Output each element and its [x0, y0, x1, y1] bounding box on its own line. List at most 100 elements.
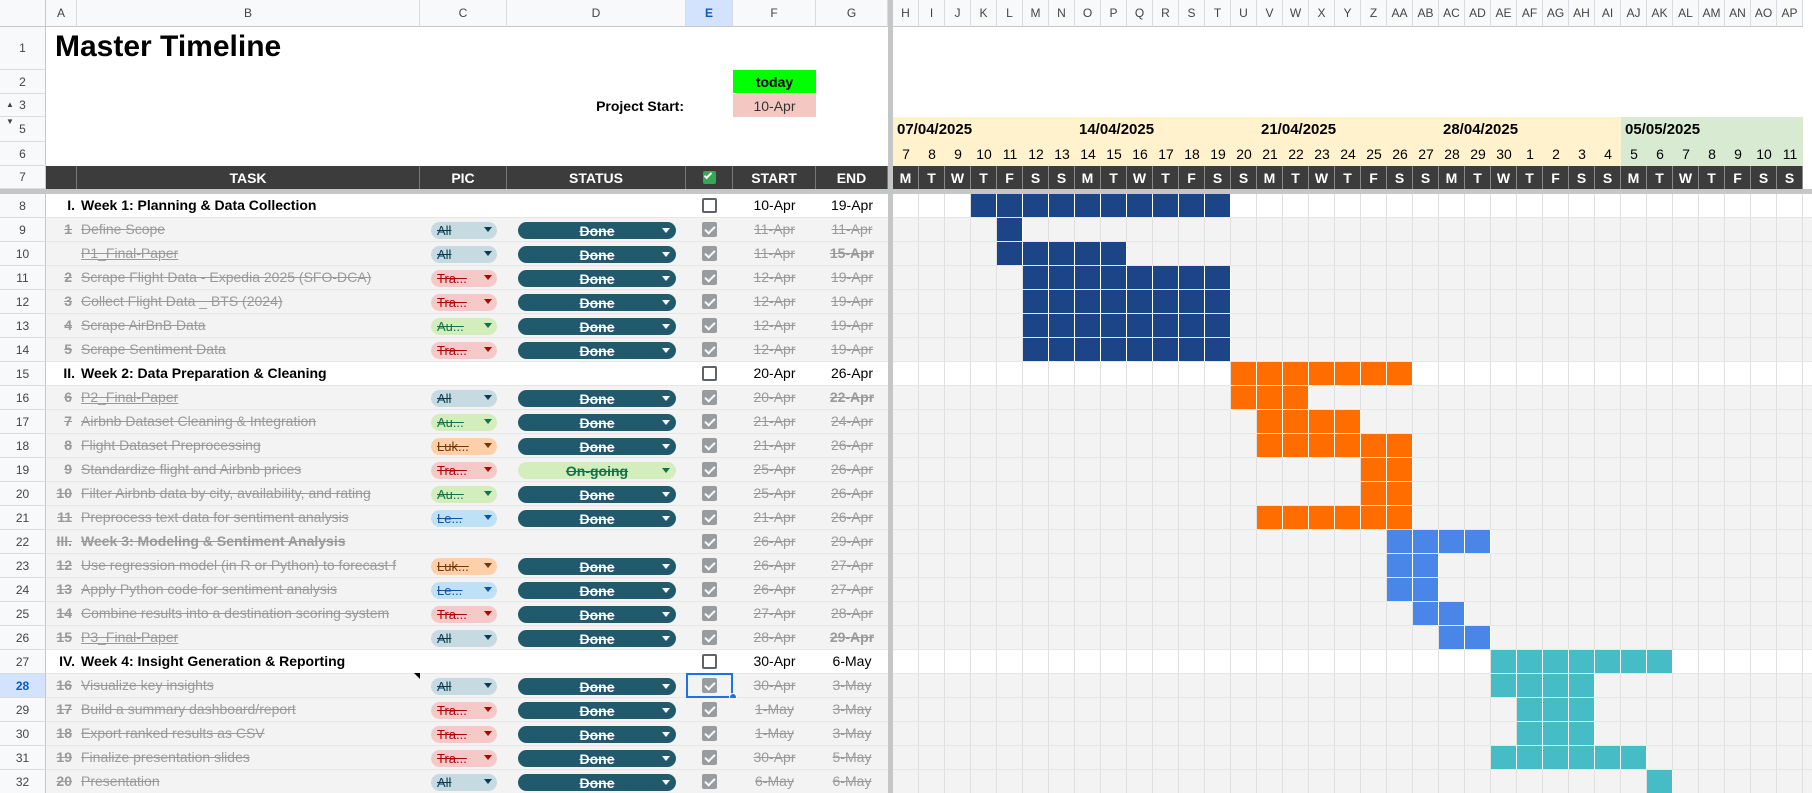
gantt-cell[interactable]	[1777, 338, 1803, 361]
column-header[interactable]: I	[919, 0, 945, 27]
gantt-cell[interactable]	[1621, 626, 1647, 649]
row-header[interactable]: 32	[0, 770, 46, 793]
gantt-cell[interactable]	[1647, 218, 1673, 241]
gantt-cell[interactable]	[1621, 578, 1647, 601]
gantt-cell[interactable]	[1127, 626, 1153, 649]
gantt-cell[interactable]	[1673, 674, 1699, 697]
gantt-cell[interactable]	[1569, 386, 1595, 409]
gantt-cell[interactable]	[997, 314, 1023, 337]
end-date[interactable]: 19-Apr	[816, 317, 888, 333]
gantt-cell[interactable]	[893, 746, 919, 769]
gantt-cell[interactable]	[1127, 242, 1153, 265]
gantt-cell[interactable]	[1231, 506, 1257, 529]
gantt-cell[interactable]	[1621, 506, 1647, 529]
gantt-cell[interactable]	[1647, 434, 1673, 457]
status-chip[interactable]: Done	[518, 558, 676, 575]
gantt-cell[interactable]	[1309, 602, 1335, 625]
gantt-cell[interactable]	[1127, 578, 1153, 601]
gantt-cell[interactable]	[945, 338, 971, 361]
gantt-cell[interactable]	[893, 698, 919, 721]
gantt-cell[interactable]	[1647, 386, 1673, 409]
gantt-cell[interactable]	[1647, 506, 1673, 529]
gantt-cell[interactable]	[1777, 530, 1803, 553]
gantt-cell[interactable]	[893, 602, 919, 625]
gantt-cell[interactable]	[1153, 242, 1179, 265]
gantt-cell[interactable]	[1751, 626, 1777, 649]
gantt-cell[interactable]	[1517, 506, 1543, 529]
done-checkbox[interactable]	[702, 294, 717, 309]
gantt-cell[interactable]	[945, 266, 971, 289]
gantt-cell[interactable]	[1465, 698, 1491, 721]
gantt-cell[interactable]	[1257, 698, 1283, 721]
gantt-cell[interactable]	[1673, 554, 1699, 577]
gantt-cell[interactable]	[1257, 458, 1283, 481]
status-chip[interactable]: Done	[518, 510, 676, 527]
gantt-cell[interactable]	[1439, 362, 1465, 385]
gantt-cell[interactable]	[1049, 770, 1075, 793]
column-header[interactable]: H	[893, 0, 919, 27]
gantt-cell[interactable]	[1491, 530, 1517, 553]
gantt-cell[interactable]	[1465, 722, 1491, 745]
gantt-cell[interactable]	[1751, 338, 1777, 361]
gantt-cell[interactable]	[1309, 650, 1335, 673]
gantt-cell[interactable]	[1153, 554, 1179, 577]
pic-chip[interactable]: Luk...	[431, 438, 497, 455]
row-header[interactable]: 25	[0, 602, 46, 626]
gantt-cell[interactable]	[1335, 266, 1361, 289]
gantt-cell[interactable]	[1569, 266, 1595, 289]
gantt-cell[interactable]	[971, 434, 997, 457]
gantt-cell[interactable]	[1647, 458, 1673, 481]
gantt-cell[interactable]	[1049, 458, 1075, 481]
gantt-cell[interactable]	[1309, 626, 1335, 649]
gantt-cell[interactable]	[1257, 674, 1283, 697]
gantt-cell[interactable]	[1361, 674, 1387, 697]
gantt-cell[interactable]	[1751, 242, 1777, 265]
pic-chip[interactable]: Tra...	[431, 462, 497, 479]
gantt-cell[interactable]	[1647, 578, 1673, 601]
gantt-cell[interactable]	[919, 362, 945, 385]
gantt-cell[interactable]	[1283, 698, 1309, 721]
gantt-cell[interactable]	[1049, 626, 1075, 649]
gantt-cell[interactable]	[1257, 602, 1283, 625]
gantt-cell[interactable]	[1439, 578, 1465, 601]
gantt-cell[interactable]	[1023, 410, 1049, 433]
column-header[interactable]: J	[945, 0, 971, 27]
gantt-cell[interactable]	[1699, 746, 1725, 769]
gantt-cell[interactable]	[1517, 266, 1543, 289]
gantt-cell[interactable]	[1387, 266, 1413, 289]
gantt-cell[interactable]	[919, 626, 945, 649]
gantt-cell[interactable]	[1725, 434, 1751, 457]
gantt-cell[interactable]	[1205, 458, 1231, 481]
gantt-cell[interactable]	[1595, 770, 1621, 793]
gantt-cell[interactable]	[1621, 410, 1647, 433]
status-chip[interactable]: Done	[518, 414, 676, 431]
task-name[interactable]: Collect Flight Data _ BTS (2024)	[81, 293, 418, 309]
gantt-cell[interactable]	[1699, 242, 1725, 265]
gantt-cell[interactable]	[1231, 242, 1257, 265]
gantt-cell[interactable]	[997, 698, 1023, 721]
gantt-cell[interactable]	[1543, 554, 1569, 577]
gantt-cell[interactable]	[1283, 266, 1309, 289]
gantt-cell[interactable]	[1257, 338, 1283, 361]
gantt-cell[interactable]	[1517, 602, 1543, 625]
gantt-cell[interactable]	[1465, 266, 1491, 289]
row-header[interactable]: 30	[0, 722, 46, 746]
gantt-cell[interactable]	[893, 314, 919, 337]
gantt-cell[interactable]	[1309, 578, 1335, 601]
gantt-cell[interactable]	[1127, 482, 1153, 505]
gantt-cell[interactable]	[1127, 698, 1153, 721]
gantt-cell[interactable]	[893, 770, 919, 793]
gantt-cell[interactable]	[1361, 554, 1387, 577]
gantt-cell[interactable]	[1543, 218, 1569, 241]
row-header[interactable]: 14	[0, 338, 46, 362]
gantt-cell[interactable]	[1595, 602, 1621, 625]
gantt-cell[interactable]	[1725, 194, 1751, 217]
pic-chip[interactable]: All	[431, 390, 497, 407]
gantt-cell[interactable]	[1283, 290, 1309, 313]
gantt-cell[interactable]	[1179, 386, 1205, 409]
end-date[interactable]: 28-Apr	[816, 605, 888, 621]
gantt-cell[interactable]	[1335, 482, 1361, 505]
gantt-cell[interactable]	[1569, 218, 1595, 241]
frozen-column-divider[interactable]	[888, 0, 893, 793]
gantt-cell[interactable]	[1205, 578, 1231, 601]
